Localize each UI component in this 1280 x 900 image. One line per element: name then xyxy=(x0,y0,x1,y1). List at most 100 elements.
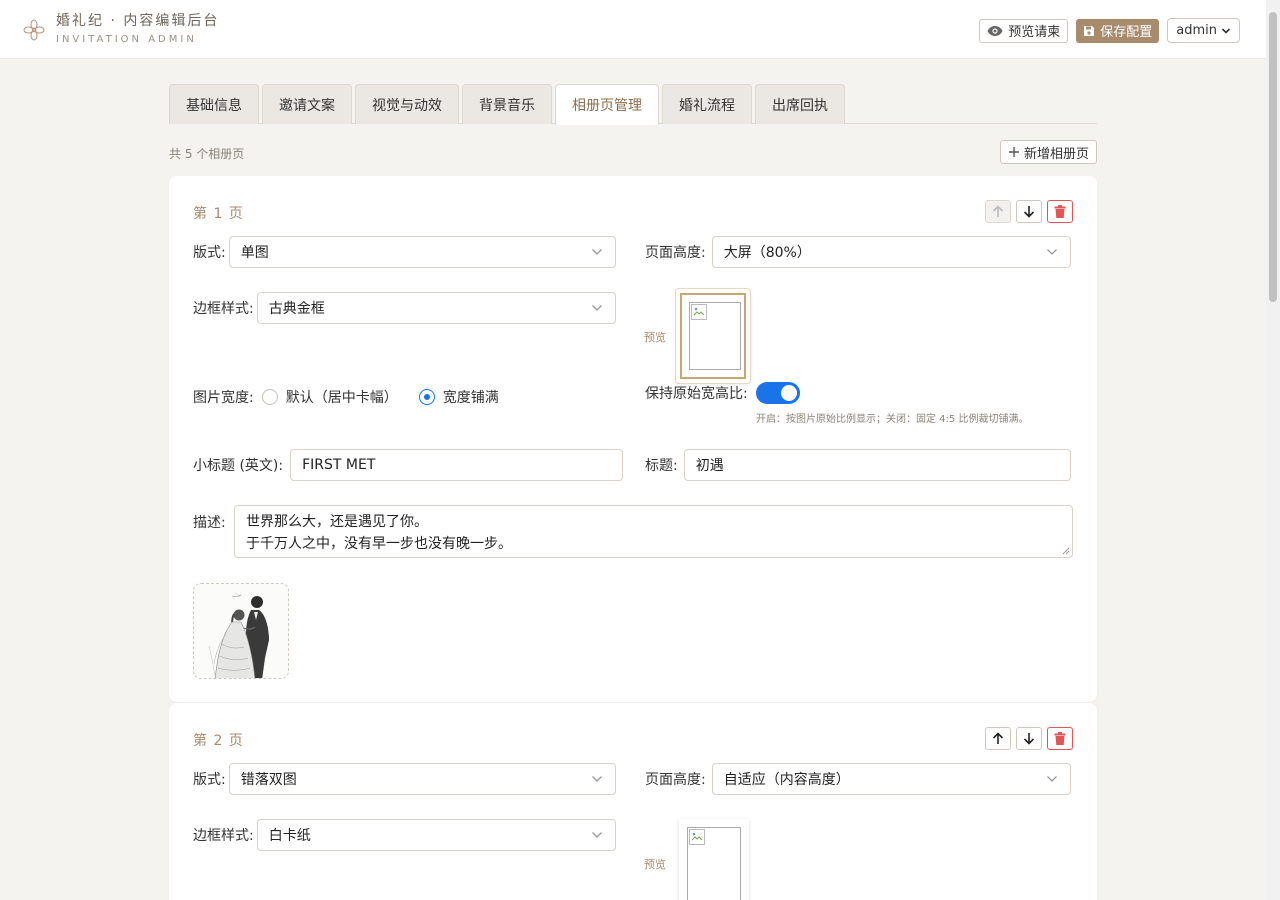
user-name: admin xyxy=(1176,23,1217,38)
save-config-label: 保存配置 xyxy=(1100,25,1153,40)
tab-rsvp[interactable]: 出席回执 xyxy=(755,84,845,124)
add-album-page-button[interactable]: 新增相册页 xyxy=(999,140,1097,164)
border-style-select[interactable]: 白卡纸 xyxy=(256,819,616,851)
resize-handle-icon[interactable] xyxy=(1062,547,1070,555)
add-album-page-label: 新增相册页 xyxy=(1023,146,1089,162)
border-preview-frame xyxy=(675,288,751,384)
layout-label: 版式: xyxy=(193,245,226,261)
page-height-value: 大屏（80%） xyxy=(723,245,811,261)
album-page-title: 第 1 页 xyxy=(193,206,244,222)
app-subtitle: INVITATION ADMIN xyxy=(56,34,197,45)
tab-wedding-flow[interactable]: 婚礼流程 xyxy=(662,84,752,124)
subtitle-value: FIRST MET xyxy=(302,457,376,473)
description-textarea[interactable]: 世界那么大，还是遇见了你。 于千万人之中，没有早一步也没有晚一步。 xyxy=(234,505,1073,558)
preview-image-placeholder xyxy=(689,302,741,370)
tab-label: 基础信息 xyxy=(186,97,242,114)
couple-sketch-image xyxy=(194,584,288,678)
page-height-value: 自适应（内容高度） xyxy=(723,772,850,788)
border-style-label: 边框样式: xyxy=(193,828,254,844)
delete-page-button[interactable] xyxy=(1047,727,1073,750)
layout-label: 版式: xyxy=(193,772,226,788)
preview-invitation-label: 预览请柬 xyxy=(1008,25,1061,40)
description-line-1: 世界那么大，还是遇见了你。 xyxy=(246,514,428,530)
subtitle-input[interactable]: FIRST MET xyxy=(290,449,624,481)
move-down-button[interactable] xyxy=(1016,727,1042,750)
page-scrollbar[interactable] xyxy=(1266,0,1280,900)
border-preview-frame xyxy=(679,819,749,900)
page-height-select[interactable]: 自适应（内容高度） xyxy=(711,763,1071,795)
width-default-label: 默认（居中卡幅） xyxy=(285,390,398,406)
section-tabs: 基础信息 邀请文案 视觉与动效 背景音乐 相册页管理 婚礼流程 出席回执 xyxy=(169,84,1097,125)
album-page-title: 第 2 页 xyxy=(193,733,244,749)
tab-label: 视觉与动效 xyxy=(372,97,442,114)
page-height-label: 页面高度: xyxy=(645,772,706,788)
album-page-card-2: 第 2 页 版式: 错落双图 页面高度: 自适应（内容高度） 边框样式: 白卡纸 xyxy=(169,703,1097,900)
uploaded-photo-thumbnail[interactable] xyxy=(193,583,289,679)
chevron-down-icon xyxy=(591,305,602,311)
tab-label: 婚礼流程 xyxy=(679,97,735,114)
layout-select[interactable]: 单图 xyxy=(228,236,616,268)
border-style-label: 边框样式: xyxy=(193,301,254,317)
border-style-select[interactable]: 古典金框 xyxy=(256,292,616,324)
tab-label: 背景音乐 xyxy=(479,97,535,114)
subtitle-label: 小标题 (英文): xyxy=(193,458,284,474)
top-bar: 婚礼纪 · 内容编辑后台 INVITATION ADMIN 预览请柬 保存配置 … xyxy=(0,0,1266,59)
arrow-up-icon xyxy=(992,205,1004,217)
title-input[interactable]: 初遇 xyxy=(683,449,1071,481)
save-config-button[interactable]: 保存配置 xyxy=(1076,18,1160,43)
move-up-button[interactable] xyxy=(985,727,1011,750)
arrow-down-icon xyxy=(1023,206,1035,218)
chevron-down-icon xyxy=(1046,249,1057,255)
broken-image-icon xyxy=(691,304,707,320)
eye-icon xyxy=(987,25,1003,36)
layout-select[interactable]: 错落双图 xyxy=(228,763,616,795)
title-label: 标题: xyxy=(645,458,678,474)
page-height-label: 页面高度: xyxy=(645,245,706,261)
tab-visual-effects[interactable]: 视觉与动效 xyxy=(355,84,459,124)
preview-label: 预览 xyxy=(644,331,666,344)
tab-basic-info[interactable]: 基础信息 xyxy=(169,84,259,124)
layout-value: 错落双图 xyxy=(240,772,297,788)
chevron-down-icon xyxy=(1221,27,1231,34)
user-menu-button[interactable]: admin xyxy=(1167,18,1240,43)
keep-ratio-hint: 开启：按图片原始比例显示；关闭：固定 4:5 比例裁切铺满。 xyxy=(756,414,1029,425)
chevron-down-icon xyxy=(591,249,602,255)
keep-ratio-label: 保持原始宽高比: xyxy=(645,386,748,402)
flower-logo-icon xyxy=(23,18,45,41)
width-full-radio[interactable] xyxy=(418,389,435,405)
album-page-count: 共 5 个相册页 xyxy=(169,147,245,161)
tab-album-pages[interactable]: 相册页管理 xyxy=(555,84,659,125)
tab-background-music[interactable]: 背景音乐 xyxy=(462,84,552,124)
arrow-down-icon xyxy=(1023,733,1035,745)
scrollbar-thumb[interactable] xyxy=(1269,12,1277,302)
delete-page-button[interactable] xyxy=(1047,200,1073,223)
arrow-up-icon xyxy=(992,732,1004,744)
move-down-button[interactable] xyxy=(1016,200,1042,223)
title-value: 初遇 xyxy=(695,458,724,474)
width-default-radio[interactable] xyxy=(261,389,278,405)
layout-value: 单图 xyxy=(240,245,269,261)
floppy-disk-icon xyxy=(1084,25,1095,36)
app-title: 婚礼纪 · 内容编辑后台 xyxy=(56,13,220,29)
image-width-label: 图片宽度: xyxy=(193,390,254,406)
chevron-down-icon xyxy=(591,776,602,782)
chevron-down-icon xyxy=(1046,776,1057,782)
description-label: 描述: xyxy=(193,515,226,531)
broken-image-icon xyxy=(689,829,705,845)
tab-invitation-text[interactable]: 邀请文案 xyxy=(262,84,352,124)
tab-label: 出席回执 xyxy=(772,97,828,114)
move-up-button[interactable] xyxy=(985,200,1011,223)
trash-icon xyxy=(1054,205,1066,218)
description-line-2: 于千万人之中，没有早一步也没有晚一步。 xyxy=(246,536,512,552)
keep-ratio-toggle[interactable] xyxy=(755,382,800,404)
width-full-label: 宽度铺满 xyxy=(442,390,499,406)
plus-icon xyxy=(1008,147,1019,157)
tab-label: 相册页管理 xyxy=(572,98,642,114)
preview-image-placeholder xyxy=(687,827,741,900)
border-style-value: 白卡纸 xyxy=(268,828,311,844)
brand: 婚礼纪 · 内容编辑后台 INVITATION ADMIN xyxy=(22,12,219,47)
page-height-select[interactable]: 大屏（80%） xyxy=(711,236,1071,268)
trash-icon xyxy=(1054,732,1066,745)
preview-invitation-button[interactable]: 预览请柬 xyxy=(979,18,1069,43)
album-page-card-1: 第 1 页 版式: 单图 页面高度: 大屏（80%） 边框样式: 古典金框 预览… xyxy=(169,176,1097,702)
